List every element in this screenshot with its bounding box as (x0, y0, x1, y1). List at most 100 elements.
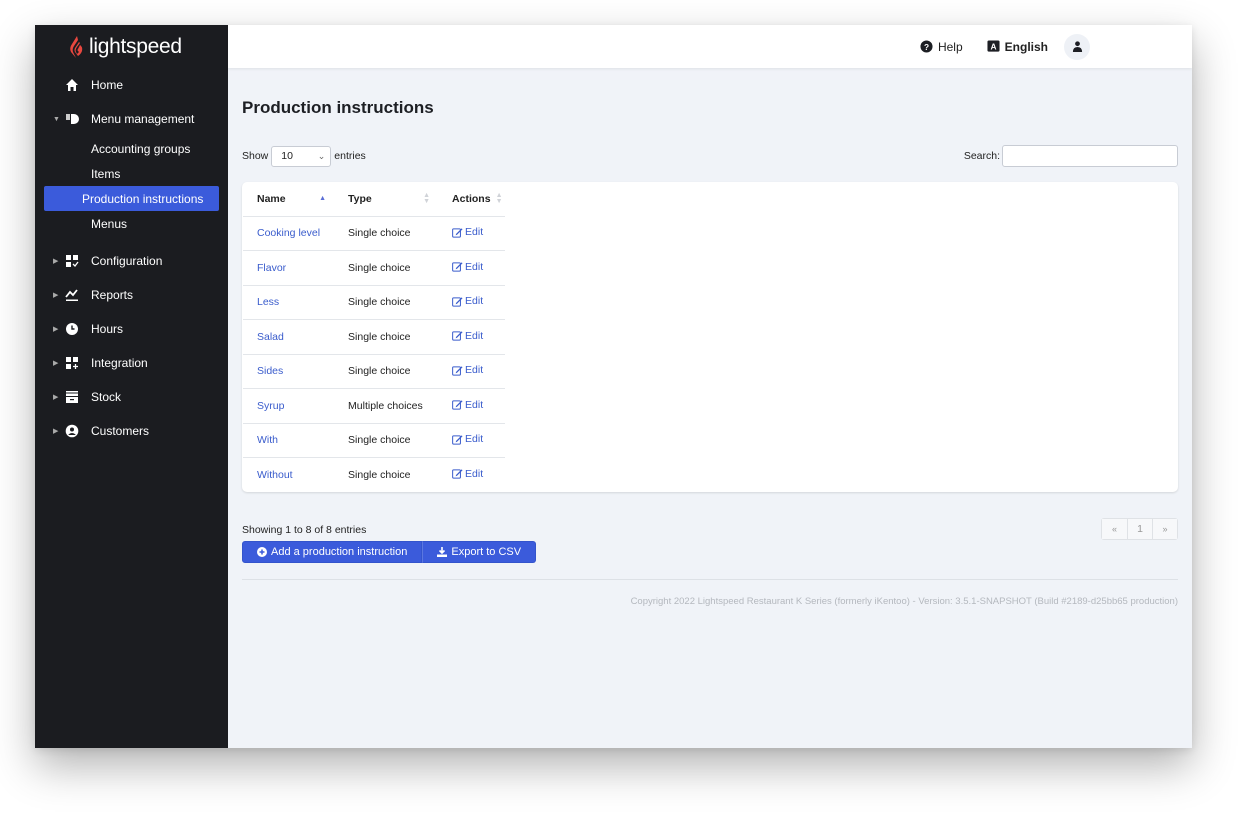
edit-label: Edit (465, 226, 484, 238)
sidebar-item-label: Stock (91, 390, 122, 404)
copyright-text: Copyright 2022 Lightspeed Restaurant K S… (630, 596, 1178, 607)
show-label: Show (242, 150, 269, 162)
column-header-actions[interactable]: Actions ▲ ▼ (438, 182, 505, 217)
edit-link[interactable]: Edit (452, 433, 483, 445)
edit-icon (452, 365, 463, 376)
search-label: Search: (963, 150, 1000, 162)
sidebar-item-hours[interactable]: ▶ Hours (35, 312, 228, 346)
pagination-prev[interactable]: « (1102, 519, 1127, 539)
instruction-name-link[interactable]: Sides (257, 365, 283, 377)
help-link[interactable]: ? Help (920, 40, 963, 54)
sidebar-item-label: Home (91, 78, 124, 92)
edit-link[interactable]: Edit (452, 226, 483, 238)
search-control: Search: (964, 145, 1178, 167)
add-production-instruction-button[interactable]: Add a production instruction (242, 541, 423, 563)
edit-label: Edit (465, 467, 484, 480)
table-card: Name ▲ Type ▲ ▼ Actions ▲ ▼ Cooking leve… (242, 182, 1178, 492)
edit-link[interactable]: Edit (452, 330, 483, 342)
table-row: Flavor Single choice Edit (243, 250, 505, 286)
customer-icon (65, 424, 87, 438)
table-controls: Show 10 ⌄ entries Search: (242, 145, 1178, 167)
sort-both-icon: ▲ ▼ (423, 191, 431, 205)
table-row: With Single choice Edit (243, 423, 505, 458)
cell-actions: Edit (438, 388, 505, 424)
language-icon: A (987, 40, 1000, 52)
instruction-name-link[interactable]: Cooking level (257, 227, 320, 239)
column-header-name[interactable]: Name ▲ (243, 182, 335, 217)
instruction-name-link[interactable]: Salad (257, 331, 284, 343)
top-bar: ? Help A English (228, 25, 1192, 68)
production-instructions-table: Name ▲ Type ▲ ▼ Actions ▲ ▼ Cooking leve… (243, 182, 505, 492)
language-selector[interactable]: A English (987, 40, 1048, 54)
export-csv-button[interactable]: Export to CSV (422, 541, 537, 563)
sidebar-item-label: Menu management (91, 112, 195, 126)
app-window: lightspeed Home ▼ Menu management Accoun… (35, 25, 1192, 748)
sidebar-subitem-production-instructions[interactable]: Production instructions (44, 186, 219, 211)
cell-name: With (243, 423, 335, 458)
table-row: Less Single choice Edit (243, 285, 505, 320)
sidebar-subitem-items[interactable]: Items (44, 161, 219, 186)
divider (242, 579, 1178, 580)
pagination: « 1 » (1101, 518, 1178, 540)
table-row: Sides Single choice Edit (243, 354, 505, 389)
user-avatar-button[interactable] (1064, 33, 1090, 60)
table-body: Cooking level Single choice Edit Flavor Sing… (243, 216, 505, 492)
edit-icon (452, 400, 463, 410)
column-header-type[interactable]: Type ▲ ▼ (334, 182, 439, 217)
cell-name: Cooking level (243, 216, 335, 251)
entries-select[interactable]: 10 ⌄ (271, 145, 332, 167)
sort-ascending-icon: ▲ (319, 194, 327, 202)
reports-icon (65, 288, 87, 302)
integration-icon (65, 356, 87, 370)
sidebar-item-customers[interactable]: ▶ Customers (35, 414, 228, 448)
sidebar-item-menu-management[interactable]: ▼ Menu management (35, 102, 228, 136)
sidebar-item-stock[interactable]: ▶ Stock (35, 380, 228, 414)
instruction-name-link[interactable]: Syrup (257, 400, 284, 412)
cell-type: Single choice (334, 285, 439, 320)
sidebar-item-label: Reports (91, 288, 134, 302)
edit-link[interactable]: Edit (452, 295, 483, 307)
logo-text: lightspeed (89, 34, 182, 58)
sidebar-item-label: Customers (91, 424, 150, 438)
stock-icon (65, 390, 87, 404)
caret-right-icon: ▶ (53, 394, 59, 401)
edit-icon (452, 469, 463, 479)
sidebar-item-reports[interactable]: ▶ Reports (35, 278, 228, 312)
sidebar-subitem-accounting-groups[interactable]: Accounting groups (44, 136, 219, 161)
cell-type: Multiple choices (334, 388, 439, 424)
pagination-page-1[interactable]: 1 (1127, 519, 1152, 539)
configuration-icon (65, 254, 87, 268)
edit-link[interactable]: Edit (452, 261, 483, 273)
caret-right-icon: ▶ (53, 428, 59, 435)
search-input[interactable] (1002, 145, 1178, 167)
cell-type: Single choice (348, 469, 411, 481)
instruction-name-link[interactable]: Without (257, 469, 293, 481)
caret-down-icon: ▼ (53, 115, 60, 123)
cell-type: Single choice (334, 354, 439, 389)
sidebar-item-integration[interactable]: ▶ Integration (35, 346, 228, 380)
help-label: Help (937, 39, 963, 54)
cell-name: Syrup (243, 388, 335, 424)
caret-right-icon: ▶ (53, 292, 59, 299)
instruction-name-link[interactable]: Less (257, 296, 279, 308)
instruction-name-link[interactable]: With (257, 434, 278, 446)
pagination-next[interactable]: » (1152, 519, 1177, 539)
sidebar-item-configuration[interactable]: ▶ Configuration (35, 244, 228, 278)
instruction-name-link[interactable]: Flavor (257, 262, 286, 274)
sidebar-item-label: Configuration (91, 254, 163, 268)
edit-link[interactable]: Edit (452, 399, 483, 411)
edit-link[interactable]: Edit (452, 468, 483, 480)
svg-text:A: A (990, 41, 996, 51)
cell-actions: Edit (438, 285, 505, 320)
lightspeed-flame-icon (70, 35, 83, 58)
sidebar-subitem-menus[interactable]: Menus (44, 211, 219, 236)
edit-label: Edit (465, 398, 484, 411)
entries-select-value: 10 (281, 150, 293, 162)
cell-type: Single choice (334, 250, 439, 286)
cell-type: Single choice (334, 423, 439, 458)
sidebar-item-home[interactable]: Home (35, 68, 228, 102)
plus-circle-icon (257, 547, 267, 557)
logo[interactable]: lightspeed (35, 25, 228, 68)
edit-link[interactable]: Edit (452, 364, 483, 376)
cell-actions: Edit (438, 250, 505, 286)
